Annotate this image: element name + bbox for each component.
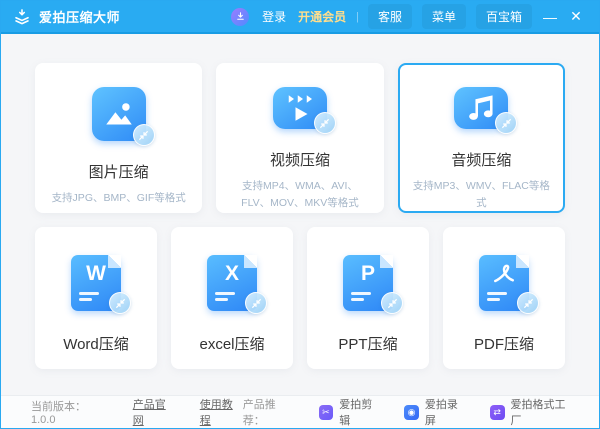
pdf-doc-icon (479, 255, 529, 311)
card-title: 图片压缩 (89, 161, 149, 182)
compress-badge-icon (245, 292, 267, 314)
card-subtitle: 支持MP4、WMA、AVI、FLV、MOV、MKV等格式 (218, 178, 381, 211)
card-row-documents: W Word压缩 X (35, 227, 565, 369)
tutorial-link[interactable]: 使用教程 (200, 396, 243, 428)
doc-letter: P (343, 262, 393, 286)
card-subtitle: 支持JPG、BMP、GIF等格式 (42, 190, 196, 206)
official-site-link[interactable]: 产品官网 (133, 396, 176, 428)
card-title: Word压缩 (63, 333, 129, 354)
user-avatar[interactable] (231, 8, 249, 26)
compress-badge-icon (109, 292, 131, 314)
image-icon (92, 87, 146, 141)
audio-icon (454, 87, 508, 129)
pdf-acrobat-glyph (489, 260, 519, 288)
card-excel-compress[interactable]: X excel压缩 (171, 227, 293, 369)
footer-left: 当前版本：1.0.0 产品官网 使用教程 (31, 396, 243, 428)
titlebar-left: 爱拍压缩大师 (13, 7, 120, 26)
card-title: PPT压缩 (338, 333, 397, 354)
card-title: PDF压缩 (474, 333, 534, 354)
card-title: 音频压缩 (451, 149, 511, 170)
titlebar-divider: | (356, 11, 359, 23)
card-title: 视频压缩 (270, 149, 330, 170)
card-video-compress[interactable]: 视频压缩 支持MP4、WMA、AVI、FLV、MOV、MKV等格式 (216, 63, 383, 213)
footer-right: 产品推荐： ✂ 爱拍剪辑 ◉ 爱拍录屏 ⇄ 爱拍格式工厂 (243, 396, 575, 428)
excel-doc-icon: X (207, 255, 257, 311)
app-logo-compress-layers-icon (13, 8, 31, 26)
menu-button[interactable]: 菜单 (422, 4, 466, 29)
product-label: 爱拍剪辑 (339, 396, 382, 428)
main-area: 图片压缩 支持JPG、BMP、GIF等格式 (1, 34, 599, 395)
doc-letter: X (207, 262, 257, 286)
product-aipai-clip[interactable]: ✂ 爱拍剪辑 (319, 396, 383, 428)
compress-badge-icon (133, 124, 155, 146)
titlebar-right: 登录 开通会员 | 客服 菜单 百宝箱 — ✕ (231, 4, 589, 29)
ppt-doc-icon: P (343, 255, 393, 311)
card-title: excel压缩 (199, 333, 264, 354)
compress-badge-icon (517, 292, 539, 314)
video-icon (273, 87, 327, 129)
app-title: 爱拍压缩大师 (39, 7, 120, 26)
scissors-icon: ✂ (319, 405, 334, 420)
product-label: 爱拍格式工厂 (511, 396, 576, 428)
close-button[interactable]: ✕ (563, 6, 589, 27)
login-button[interactable]: 登录 (256, 5, 292, 28)
titlebar: 爱拍压缩大师 登录 开通会员 | 客服 菜单 百宝箱 — ✕ (1, 1, 599, 34)
card-ppt-compress[interactable]: P PPT压缩 (307, 227, 429, 369)
recommend-label: 产品推荐： (243, 396, 297, 428)
product-aipai-recorder[interactable]: ◉ 爱拍录屏 (404, 396, 468, 428)
card-pdf-compress[interactable]: PDF压缩 (443, 227, 565, 369)
product-label: 爱拍录屏 (425, 396, 468, 428)
open-vip-button[interactable]: 开通会员 (292, 5, 352, 28)
minimize-button[interactable]: — (537, 7, 563, 27)
product-aipai-format-factory[interactable]: ⇄ 爱拍格式工厂 (490, 396, 575, 428)
toolbox-button[interactable]: 百宝箱 (476, 4, 532, 29)
compress-badge-icon (381, 292, 403, 314)
version-label: 当前版本：1.0.0 (31, 398, 109, 426)
card-word-compress[interactable]: W Word压缩 (35, 227, 157, 369)
doc-letter: W (71, 262, 121, 286)
compress-badge-icon (495, 112, 517, 134)
card-audio-compress[interactable]: 音频压缩 支持MP3、WMV、FLAC等格式 (398, 63, 565, 213)
card-image-compress[interactable]: 图片压缩 支持JPG、BMP、GIF等格式 (35, 63, 202, 213)
app-window: 爱拍压缩大师 登录 开通会员 | 客服 菜单 百宝箱 — ✕ (0, 0, 600, 429)
card-subtitle: 支持MP3、WMV、FLAC等格式 (400, 178, 563, 211)
footer-bar: 当前版本：1.0.0 产品官网 使用教程 产品推荐： ✂ 爱拍剪辑 ◉ 爱拍录屏… (1, 395, 599, 428)
card-row-media: 图片压缩 支持JPG、BMP、GIF等格式 (35, 63, 565, 213)
format-convert-icon: ⇄ (490, 405, 505, 420)
compress-badge-icon (314, 112, 336, 134)
word-doc-icon: W (71, 255, 121, 311)
screen-record-icon: ◉ (404, 405, 419, 420)
customer-service-button[interactable]: 客服 (368, 4, 412, 29)
